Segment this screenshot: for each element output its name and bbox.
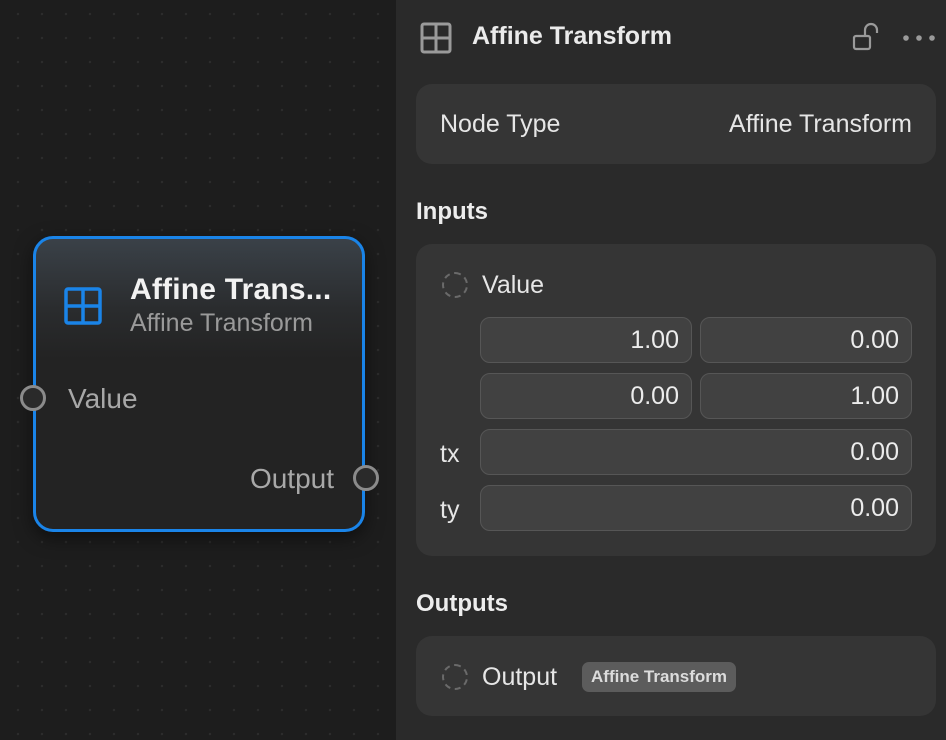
node-title: Affine Trans... bbox=[130, 273, 332, 306]
node-output-port[interactable] bbox=[353, 465, 379, 491]
value-input-label: Value bbox=[482, 271, 545, 299]
node-type-label: Node Type bbox=[440, 110, 561, 138]
grid-icon bbox=[420, 22, 452, 54]
ellipsis-icon[interactable] bbox=[902, 34, 936, 42]
node-input-port[interactable] bbox=[20, 385, 46, 411]
grid-icon bbox=[64, 287, 102, 325]
value-input-port[interactable] bbox=[442, 272, 468, 298]
output-label: Output bbox=[482, 663, 558, 691]
inspector-title: Affine Transform bbox=[472, 22, 673, 50]
output-type-badge: Affine Transform bbox=[582, 662, 737, 692]
inputs-card: Value 1.00 0.00 0.00 1.00 tx 0.00 ty 0.0… bbox=[416, 244, 936, 556]
tx-field[interactable]: 0.00 bbox=[480, 429, 912, 475]
node-type-card: Node Type Affine Transform bbox=[416, 84, 936, 164]
inspector-panel: Affine Transform Node Type Affine Transf… bbox=[396, 0, 946, 740]
output-port[interactable] bbox=[442, 664, 468, 690]
inspector-header: Affine Transform bbox=[396, 0, 946, 74]
inputs-heading: Inputs bbox=[416, 198, 488, 225]
matrix-b-field[interactable]: 0.00 bbox=[700, 317, 912, 363]
ty-label: ty bbox=[440, 496, 460, 524]
matrix-c-field[interactable]: 0.00 bbox=[480, 373, 692, 419]
ty-field[interactable]: 0.00 bbox=[480, 485, 912, 531]
unlocked-padlock-icon[interactable] bbox=[852, 22, 880, 52]
outputs-card: Output Affine Transform bbox=[416, 636, 936, 716]
node-type-value: Affine Transform bbox=[729, 110, 912, 138]
node-input-label: Value bbox=[68, 383, 138, 414]
outputs-heading: Outputs bbox=[416, 590, 508, 617]
matrix-d-field[interactable]: 1.00 bbox=[700, 373, 912, 419]
affine-transform-node[interactable]: Affine Trans... Affine Transform Value O… bbox=[20, 236, 379, 532]
node-canvas[interactable]: Affine Trans... Affine Transform Value O… bbox=[0, 0, 396, 740]
node-subtitle: Affine Transform bbox=[130, 309, 313, 337]
tx-label: tx bbox=[440, 440, 460, 468]
matrix-a-field[interactable]: 1.00 bbox=[480, 317, 692, 363]
node-output-label: Output bbox=[249, 463, 334, 494]
